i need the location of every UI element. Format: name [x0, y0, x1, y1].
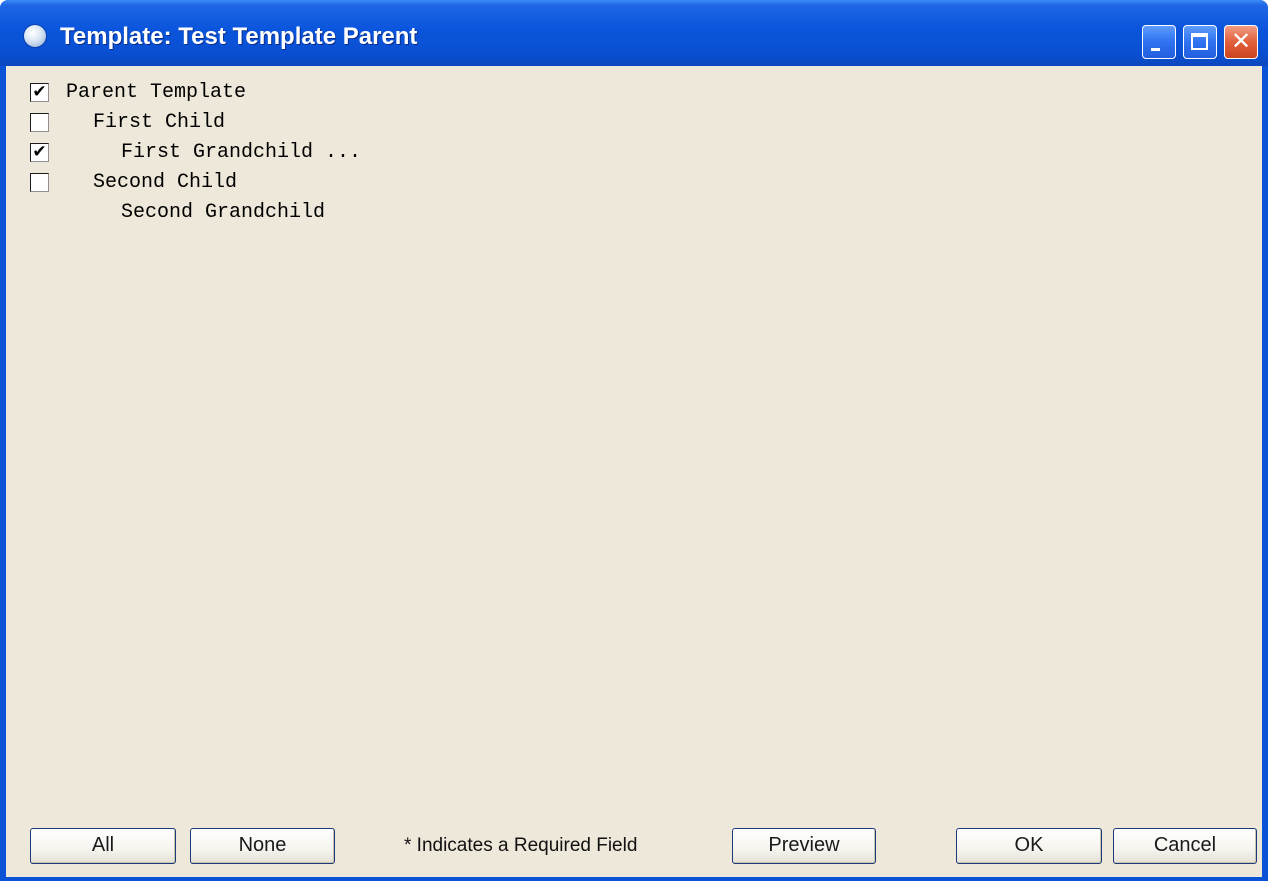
tree-item-label: First Grandchild ...: [121, 141, 362, 164]
dialog-footer: All None * Indicates a Required Field Pr…: [6, 808, 1262, 877]
preview-button[interactable]: Preview: [732, 828, 876, 864]
tree-item-first-child[interactable]: First Child: [6, 108, 606, 138]
close-button[interactable]: ✕: [1224, 25, 1258, 59]
tree-item-parent-template[interactable]: ✔ Parent Template: [6, 78, 606, 108]
checkbox-first-grandchild[interactable]: ✔: [30, 142, 49, 162]
tree-item-second-grandchild[interactable]: Second Grandchild: [6, 198, 606, 228]
select-all-button[interactable]: All: [30, 828, 176, 864]
checkmark-icon: ✔: [32, 82, 47, 102]
minimize-icon: [1151, 48, 1160, 51]
checkmark-icon: ✔: [32, 142, 47, 162]
close-icon: ✕: [1230, 27, 1252, 55]
checkbox-parent-template[interactable]: ✔: [30, 82, 49, 102]
tree-item-label: First Child: [93, 111, 226, 134]
tree-item-second-child[interactable]: Second Child: [6, 168, 606, 198]
cancel-button[interactable]: Cancel: [1113, 828, 1257, 864]
dialog-client-area: ✔ Parent Template First Child ✔ First Gr…: [6, 66, 1262, 877]
select-none-button[interactable]: None: [190, 828, 335, 864]
template-tree: ✔ Parent Template First Child ✔ First Gr…: [6, 66, 1262, 806]
maximize-icon: [1191, 33, 1208, 50]
template-dialog-window: Template: Test Template Parent ✕ ✔ Paren…: [0, 0, 1268, 881]
checkbox-second-child[interactable]: [30, 173, 49, 192]
minimize-button[interactable]: [1142, 25, 1176, 59]
maximize-button[interactable]: [1183, 25, 1217, 59]
title-bar[interactable]: Template: Test Template Parent ✕: [0, 0, 1268, 66]
app-globe-icon: [24, 25, 46, 47]
window-title: Template: Test Template Parent: [60, 23, 418, 50]
ok-button[interactable]: OK: [956, 828, 1102, 864]
checkbox-first-child[interactable]: [30, 113, 49, 132]
tree-item-label: Second Child: [93, 171, 238, 194]
tree-item-first-grandchild[interactable]: ✔ First Grandchild ...: [6, 138, 606, 168]
required-field-note: * Indicates a Required Field: [404, 835, 638, 856]
tree-item-label: Second Grandchild: [121, 201, 326, 224]
tree-item-label: Parent Template: [66, 81, 247, 104]
